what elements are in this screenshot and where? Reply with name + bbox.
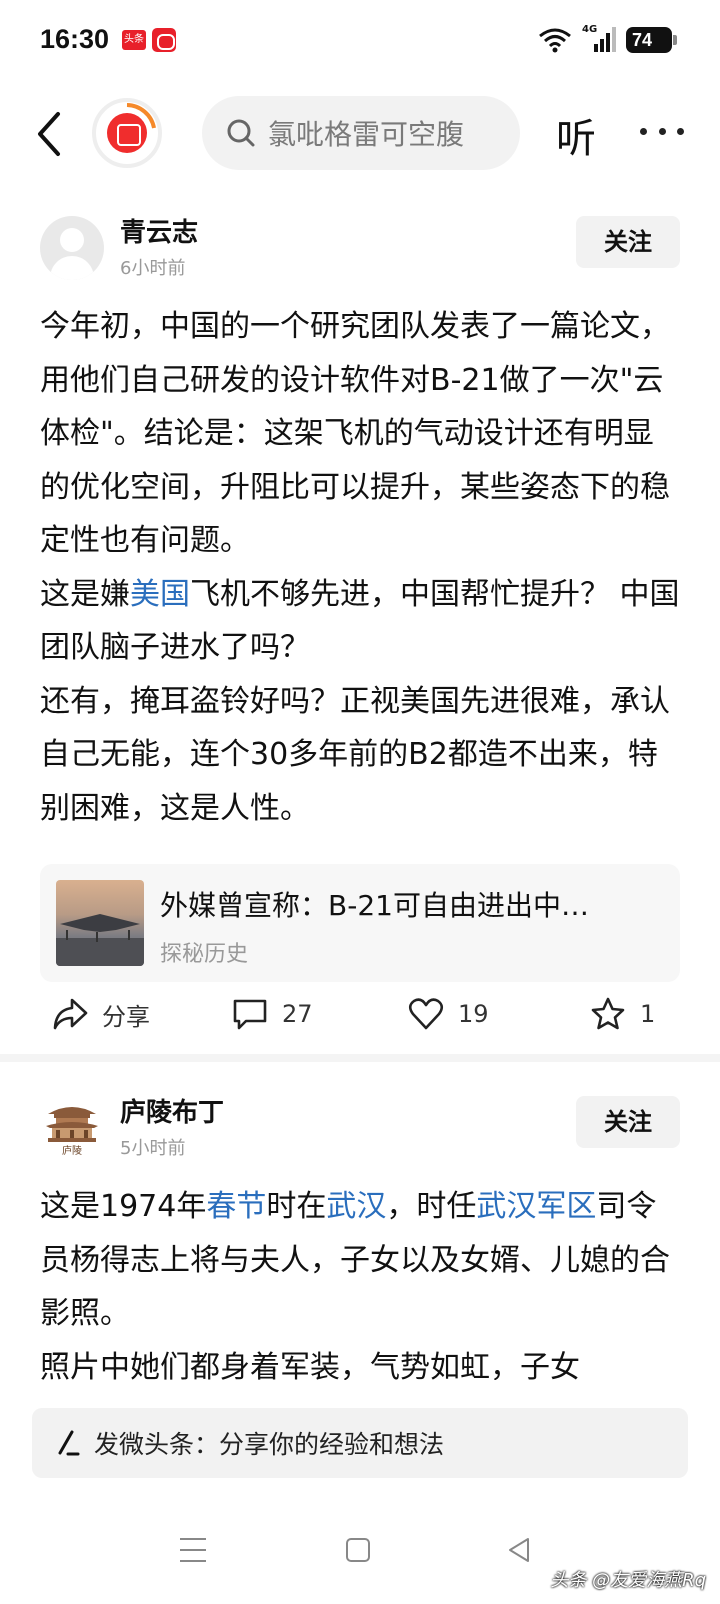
post-action-bar: 分享 27 19 1 — [0, 984, 720, 1044]
follow-button[interactable]: 关注 — [576, 1096, 680, 1148]
red-packet-task-button[interactable] — [92, 98, 162, 168]
cell-signal-icon: 4G — [582, 24, 616, 54]
red-packet-icon — [107, 113, 147, 153]
search-placeholder: 氯吡格雷可空腹 — [268, 118, 465, 151]
pavilion-logo-icon: 庐陵 — [46, 1107, 98, 1157]
red-packet-notification-icon — [152, 28, 176, 52]
like-count: 19 — [458, 1000, 489, 1028]
wifi-icon — [539, 28, 571, 53]
toutiao-notification-icon: 头条 — [122, 30, 146, 50]
search-input[interactable]: 氯吡格雷可空腹 — [202, 96, 520, 170]
topic-link[interactable]: 美国 — [130, 577, 190, 612]
top-nav: 氯吡格雷可空腹 听 — [0, 88, 720, 178]
system-back-icon[interactable] — [506, 1536, 532, 1564]
comment-button[interactable]: 27 — [232, 984, 313, 1044]
recent-apps-icon[interactable] — [180, 1538, 206, 1562]
linked-article-card[interactable]: 外媒曾宣称：B-21可自由进出中… 探秘历史 — [40, 864, 680, 982]
follow-button[interactable]: 关注 — [576, 216, 680, 268]
avatar[interactable] — [40, 216, 104, 280]
more-options-icon[interactable] — [640, 128, 684, 138]
share-button[interactable]: 分享 — [52, 984, 150, 1044]
heart-icon — [408, 998, 444, 1030]
listen-button[interactable]: 听 — [556, 106, 596, 164]
post-text: 还有，掩耳盗铃好吗？正视美国先进很难，承认自己无能，连个30多年前的B2都造不出… — [40, 683, 670, 826]
topic-link[interactable]: 春节 — [206, 1189, 266, 1224]
article-thumbnail — [56, 880, 144, 966]
status-bar: 16:30 头条 4G 74 — [0, 0, 720, 80]
home-icon[interactable] — [346, 1538, 370, 1562]
post-time: 5小时前 — [120, 1138, 186, 1159]
pen-icon — [58, 1430, 80, 1456]
composer-placeholder: 发微头条：分享你的经验和想法 — [94, 1430, 445, 1459]
post-composer-bar[interactable]: 发微头条：分享你的经验和想法 — [32, 1408, 688, 1478]
comment-icon — [233, 999, 267, 1030]
favorite-count: 1 — [640, 1000, 656, 1028]
comment-count: 27 — [282, 1000, 313, 1028]
article-source: 探秘历史 — [160, 942, 249, 967]
back-arrow-icon[interactable] — [30, 110, 70, 158]
share-icon — [53, 998, 88, 1030]
topic-link[interactable]: 武汉军区 — [476, 1189, 596, 1224]
status-time: 16:30 — [40, 24, 110, 54]
post-text: 这是1974年 — [40, 1189, 207, 1224]
watermark: 头条 @友爱海燕Rq — [550, 1570, 706, 1591]
article-title: 外媒曾宣称：B-21可自由进出中… — [160, 889, 589, 922]
post-text: ，时任 — [386, 1189, 477, 1224]
avatar-text: 庐陵 — [62, 1144, 82, 1157]
post-text: 时在 — [266, 1189, 327, 1224]
author-name[interactable]: 庐陵布丁 — [120, 1092, 224, 1129]
post-body[interactable]: 这是1974年春节时在武汉，时任武汉军区司令员杨得志上将与夫人，子女以及女婿、儿… — [40, 1180, 680, 1380]
post-text: 今年初，中国的一个研究团队发表了一篇论文，用他们自己研发的设计软件对B-21做了… — [40, 309, 670, 558]
author-name[interactable]: 青云志 — [120, 212, 198, 249]
post-text: 这是嫌 — [40, 576, 130, 612]
post-divider — [0, 1054, 720, 1062]
favorite-button[interactable]: 1 — [590, 984, 655, 1044]
like-button[interactable]: 19 — [408, 984, 489, 1044]
post-body[interactable]: 今年初，中国的一个研究团队发表了一篇论文，用他们自己研发的设计软件对B-21做了… — [40, 300, 680, 835]
avatar[interactable]: 庐陵 — [40, 1096, 104, 1160]
share-label: 分享 — [102, 1002, 150, 1031]
battery-icon: 74 — [626, 27, 677, 53]
star-icon — [591, 997, 625, 1030]
system-nav-bar: 头条 @友爱海燕Rq — [0, 1520, 720, 1604]
post-text: 照片中她们都身着军装，气势如虹，子女 — [40, 1349, 580, 1381]
search-icon — [227, 119, 255, 147]
post-time: 6小时前 — [120, 258, 186, 279]
topic-link[interactable]: 武汉 — [326, 1189, 386, 1224]
